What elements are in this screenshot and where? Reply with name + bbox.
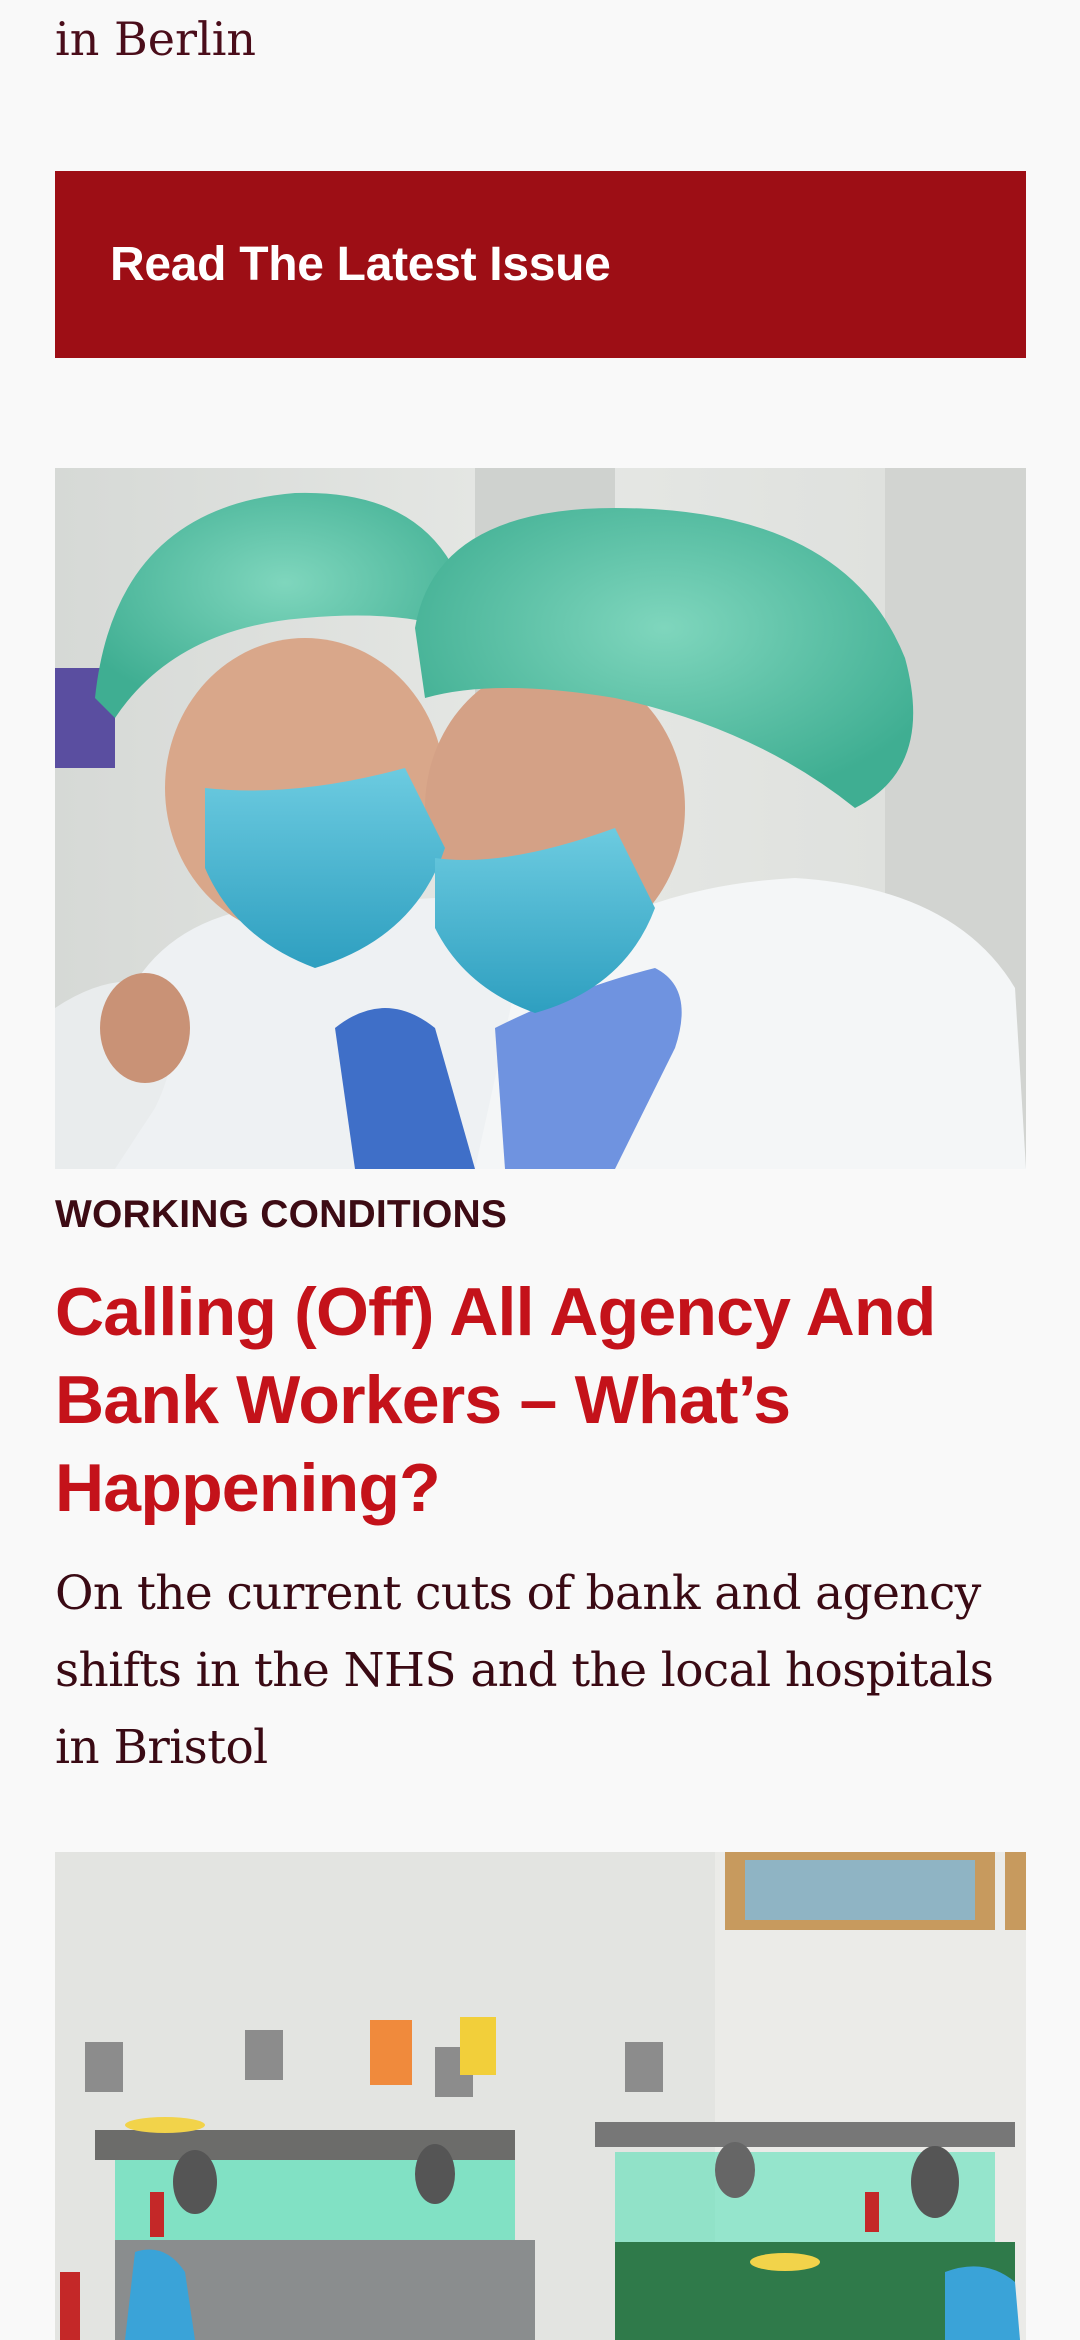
photo-hospital-kitchen-icon: [55, 1852, 1026, 2340]
article-image-hospital-kitchen[interactable]: [55, 1852, 1026, 2340]
photo-healthcare-workers-icon: [55, 468, 1026, 1169]
read-latest-issue-button[interactable]: Read The Latest Issue: [55, 171, 1026, 358]
article-excerpt: On the current cuts of bank and agency s…: [55, 1566, 994, 1775]
read-latest-issue-label: Read The Latest Issue: [110, 238, 611, 291]
previous-article-title-tail[interactable]: in Berlin: [55, 12, 256, 67]
article-image-healthcare-workers[interactable]: [55, 468, 1026, 1169]
article-category[interactable]: WORKING CONDITIONS: [55, 1193, 507, 1237]
page: in Berlin Read The Latest Issue WORKING …: [0, 0, 1080, 2340]
article-headline[interactable]: Calling (Off) All Agency And Bank Worker…: [55, 1268, 1035, 1532]
